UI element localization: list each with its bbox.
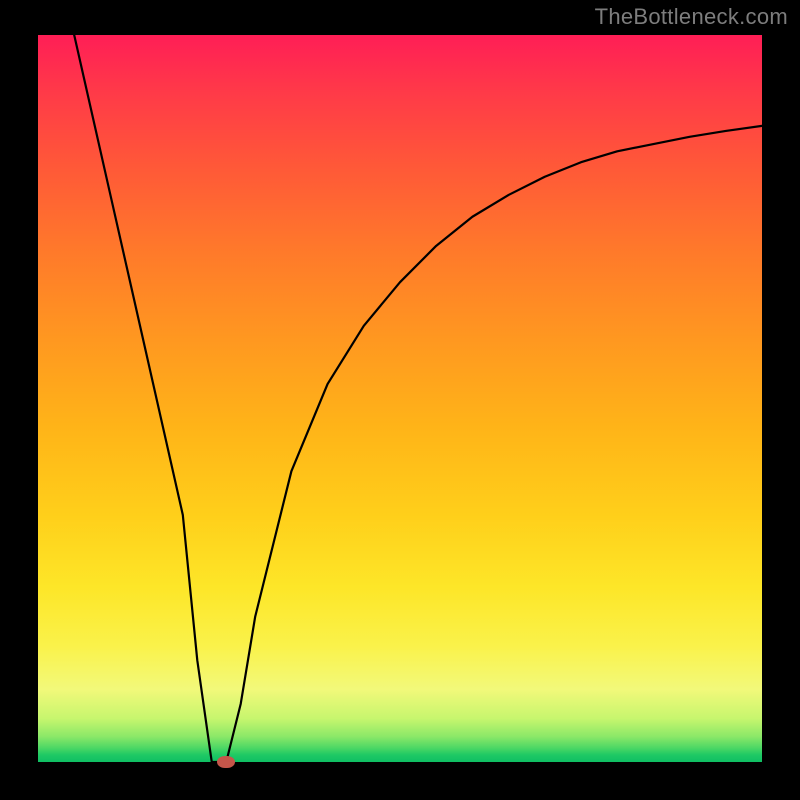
watermark-text: TheBottleneck.com [595,4,788,30]
chart-frame: TheBottleneck.com [0,0,800,800]
curve-path [74,35,762,762]
optimal-marker [217,756,235,768]
bottleneck-curve [38,35,762,762]
